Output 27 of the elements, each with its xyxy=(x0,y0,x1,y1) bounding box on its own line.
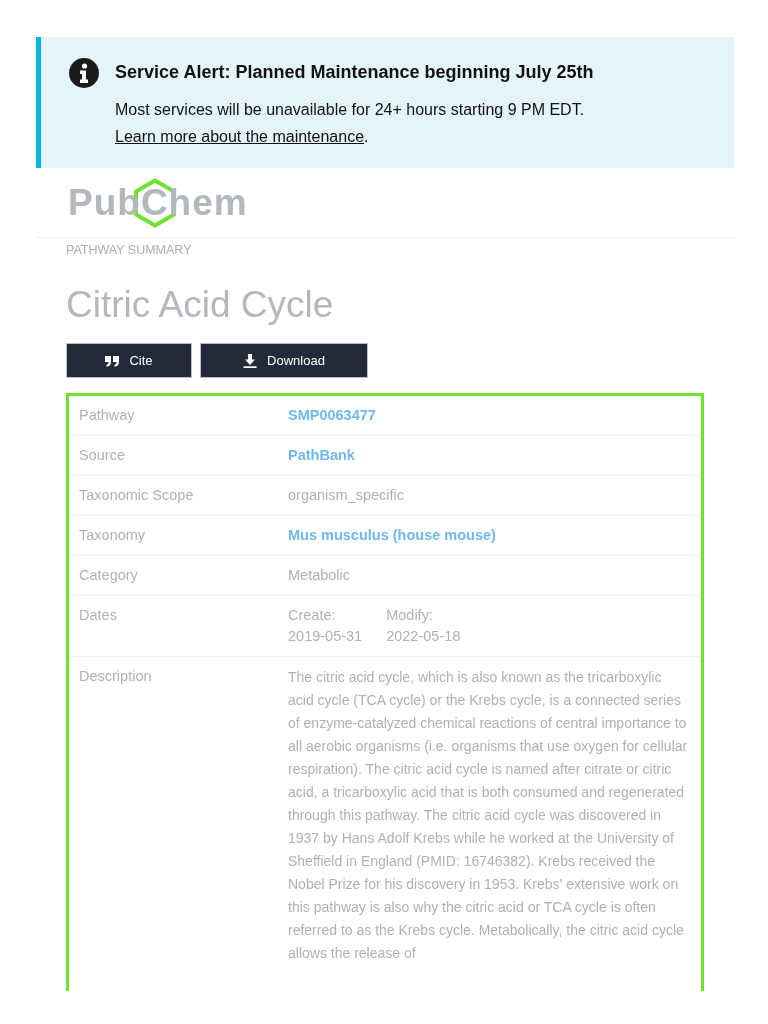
date-value: 2019-05-31 xyxy=(288,627,363,646)
field-label: Taxonomic Scope xyxy=(78,486,195,505)
cite-button[interactable]: Cite xyxy=(66,343,192,378)
alert-title: Service Alert: Planned Maintenance beginning July 25th xyxy=(115,61,595,84)
field-label: Description xyxy=(78,667,153,686)
maintenance-link[interactable]: Learn more about the maintenance xyxy=(115,128,365,145)
description-text: The citric acid cycle, which is also known as the tricarboxylic acid cycle (TCA cycle) or the Krebs cycle, is a connected series of enzyme-catalyzed chemical reactions of central importance to all aerobic organisms (i.e. organisms that use oxygen for cellular respiration). The citric acid cycle is named after citrate or citric acid, a tricarboxylic acid that is both consumed and regenerated through this pathway. The citric acid cycle was discovered in 1937 by Hans Adolf Krebs while he worked at the University of Sheffield in England (PMID: 16746382). Krebs received the Nobel Prize for his discovery in 1953. Krebs' extensive work on this pathway is also why the citric acid or TCA cycle is often referred to as the Krebs cycle. Metabolically, the citric acid cycle allows the release of xyxy=(288,668,689,963)
value-link[interactable]: SMP0063477 xyxy=(288,407,376,423)
field-label: Category xyxy=(78,566,139,585)
value-link[interactable]: Mus musculus (house mouse) xyxy=(288,527,496,543)
date-label: Create: xyxy=(288,606,337,625)
date-value: 2022-05-18 xyxy=(386,627,461,646)
field-label: Dates xyxy=(78,606,118,625)
info-icon xyxy=(69,58,99,88)
page-title: Citric Acid Cycle xyxy=(66,283,335,327)
field-label: Taxonomy xyxy=(78,526,147,545)
field-value: Metabolic xyxy=(288,566,352,585)
download-icon xyxy=(243,353,258,368)
quote-icon xyxy=(105,353,120,368)
field-value: organism_specific xyxy=(288,486,406,505)
date-label: Modify: xyxy=(386,606,434,625)
section-label: PATHWAY SUMMARY xyxy=(66,242,193,258)
download-button[interactable]: Download xyxy=(200,343,368,378)
value-link[interactable]: PathBank xyxy=(288,447,355,463)
field-label: Source xyxy=(78,446,126,465)
alert-message: Most services will be unavailable for 24+ hours starting 9 PM EDT. Learn more about the maintenance. xyxy=(115,100,586,147)
field-label: Pathway xyxy=(78,406,136,425)
